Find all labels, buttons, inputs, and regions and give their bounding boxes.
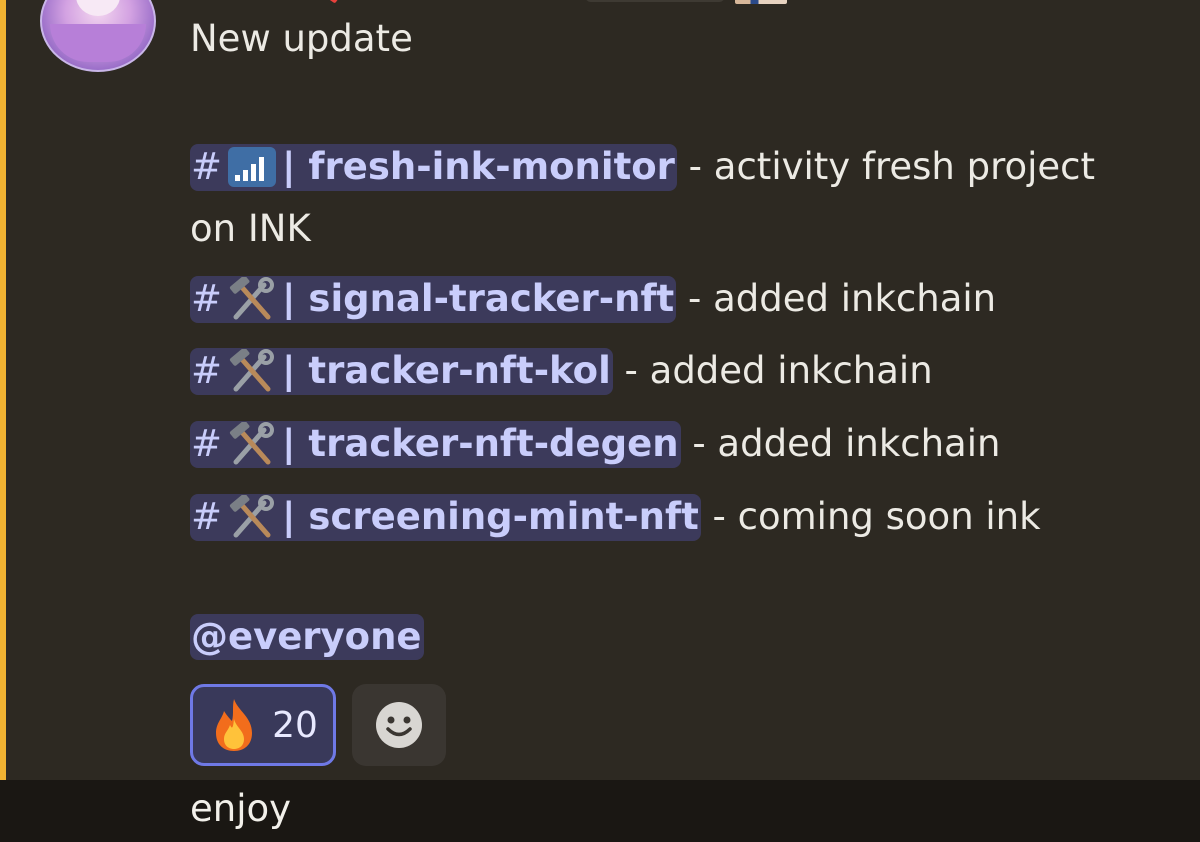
highlight-accent-bar xyxy=(0,0,6,780)
add-reaction-smiley-icon xyxy=(376,702,422,748)
user-emoji-icon xyxy=(735,0,787,4)
channel-line: # | tracker-nft-kol - added inkchain xyxy=(190,348,933,395)
channel-mention-tracker-nft-degen[interactable]: # | tracker-nft-degen xyxy=(190,421,681,468)
channel-mention-tracker-nft-kol[interactable]: # | tracker-nft-kol xyxy=(190,348,613,395)
reaction-count: 20 xyxy=(272,704,318,746)
channel-separator: | xyxy=(282,145,296,188)
channel-hash: # xyxy=(191,495,223,538)
channel-description: - added inkchain xyxy=(680,422,1001,465)
channel-description: - coming soon ink xyxy=(700,495,1041,538)
role-badge-icon xyxy=(328,0,340,4)
channel-separator: | xyxy=(282,277,296,320)
channel-name: fresh-ink-monitor xyxy=(308,145,675,188)
next-message-text: enjoy xyxy=(190,787,292,830)
channel-name: tracker-nft-degen xyxy=(308,422,679,465)
channel-description: - activity fresh project xyxy=(676,145,1096,188)
avatar-bowl xyxy=(50,24,146,62)
hammer-wrench-icon xyxy=(229,276,275,319)
channel-hash: # xyxy=(191,422,223,465)
everyone-line: @everyone xyxy=(190,614,424,660)
user-avatar[interactable] xyxy=(40,0,156,72)
channel-description: - added inkchain xyxy=(676,277,997,320)
signal-bars-icon xyxy=(228,146,277,187)
channel-separator: | xyxy=(282,422,296,465)
wrapped-text: on INK xyxy=(190,207,311,250)
next-message-bar xyxy=(0,780,1200,842)
channel-hash: # xyxy=(191,277,223,320)
channel-separator: | xyxy=(282,349,296,392)
message-heading: New update xyxy=(190,17,413,60)
channel-name: screening-mint-nft xyxy=(308,495,699,538)
channel-description: - added inkchain xyxy=(612,349,933,392)
channel-mention-signal-tracker-nft[interactable]: # | signal-tracker-nft xyxy=(190,276,677,323)
channel-mention-screening-mint-nft[interactable]: # | screening-mint-nft xyxy=(190,494,701,541)
add-reaction-button[interactable] xyxy=(352,684,446,766)
channel-separator: | xyxy=(282,495,296,538)
everyone-mention[interactable]: @everyone xyxy=(190,614,424,660)
fire-reaction-button[interactable]: 20 xyxy=(190,684,336,766)
hammer-wrench-icon xyxy=(229,348,275,391)
fire-icon xyxy=(216,699,253,751)
hammer-wrench-icon xyxy=(229,421,275,464)
channel-line: # | signal-tracker-nft - added inkchain xyxy=(190,276,996,323)
timestamp-pill xyxy=(585,0,725,2)
channel-hash: # xyxy=(191,349,223,392)
channel-name: tracker-nft-kol xyxy=(308,349,611,392)
channel-name: signal-tracker-nft xyxy=(308,277,675,320)
channel-line: # | fresh-ink-monitor - activity fresh pr… xyxy=(190,144,1095,191)
avatar-face xyxy=(76,0,120,16)
channel-line: # | tracker-nft-degen - added inkchain xyxy=(190,421,1000,468)
hammer-wrench-icon xyxy=(229,494,275,537)
channel-hash: # xyxy=(191,145,223,188)
channel-line: # | screening-mint-nft - coming soon ink xyxy=(190,494,1041,541)
channel-mention-fresh-ink-monitor[interactable]: # | fresh-ink-monitor xyxy=(190,144,677,191)
